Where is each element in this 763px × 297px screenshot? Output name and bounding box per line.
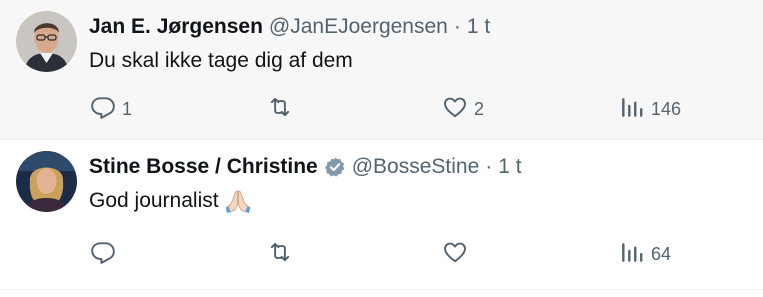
author-name[interactable]: Stine Bosse / Christine [89,154,318,180]
author-handle[interactable]: @JanEJoergensen [269,14,448,40]
reply-icon [90,239,116,270]
tweet[interactable]: Jan E. Jørgensen @JanEJoergensen · 1 t D… [0,0,763,140]
retweet-icon [267,239,293,270]
views-button[interactable]: 64 [619,239,671,269]
retweet-icon [267,94,293,125]
reply-count: 1 [122,98,133,119]
tweet-text-content: God journalist [89,189,219,212]
like-button[interactable]: 2 [442,94,484,124]
views-count: 146 [651,98,682,119]
tweet-text: God journalist [89,188,251,214]
views-count: 64 [651,243,672,264]
separator-dot: · [453,15,461,38]
like-button[interactable] [442,239,474,269]
reply-button[interactable] [90,239,122,269]
reply-button[interactable]: 1 [90,94,132,124]
folded-hands-emoji [225,188,251,214]
like-count: 2 [474,98,485,119]
tweet-actions: 64 [0,239,763,269]
author-handle[interactable]: @BosseStine [352,154,480,180]
verified-badge-icon [324,156,346,178]
retweet-button[interactable] [267,94,299,124]
like-icon [442,94,468,125]
views-icon [619,94,645,125]
tweet-header: Stine Bosse / Christine @BosseStine · 1 … [89,154,522,180]
retweet-button[interactable] [267,239,299,269]
author-name[interactable]: Jan E. Jørgensen [89,14,263,40]
like-icon [442,239,468,270]
tweet[interactable]: Stine Bosse / Christine @BosseStine · 1 … [0,140,763,290]
timestamp[interactable]: 1 t [498,154,521,180]
separator-dot: · [485,155,493,178]
views-icon [619,239,645,270]
tweet-header: Jan E. Jørgensen @JanEJoergensen · 1 t [89,14,490,40]
timestamp[interactable]: 1 t [467,14,490,40]
tweet-text-content: Du skal ikke tage dig af dem [89,49,353,72]
avatar[interactable] [16,151,77,212]
avatar[interactable] [16,11,77,72]
reply-icon [90,94,116,125]
tweet-actions: 1 2 146 [0,94,763,124]
views-button[interactable]: 146 [619,94,681,124]
tweet-text: Du skal ikke tage dig af dem [89,48,353,74]
